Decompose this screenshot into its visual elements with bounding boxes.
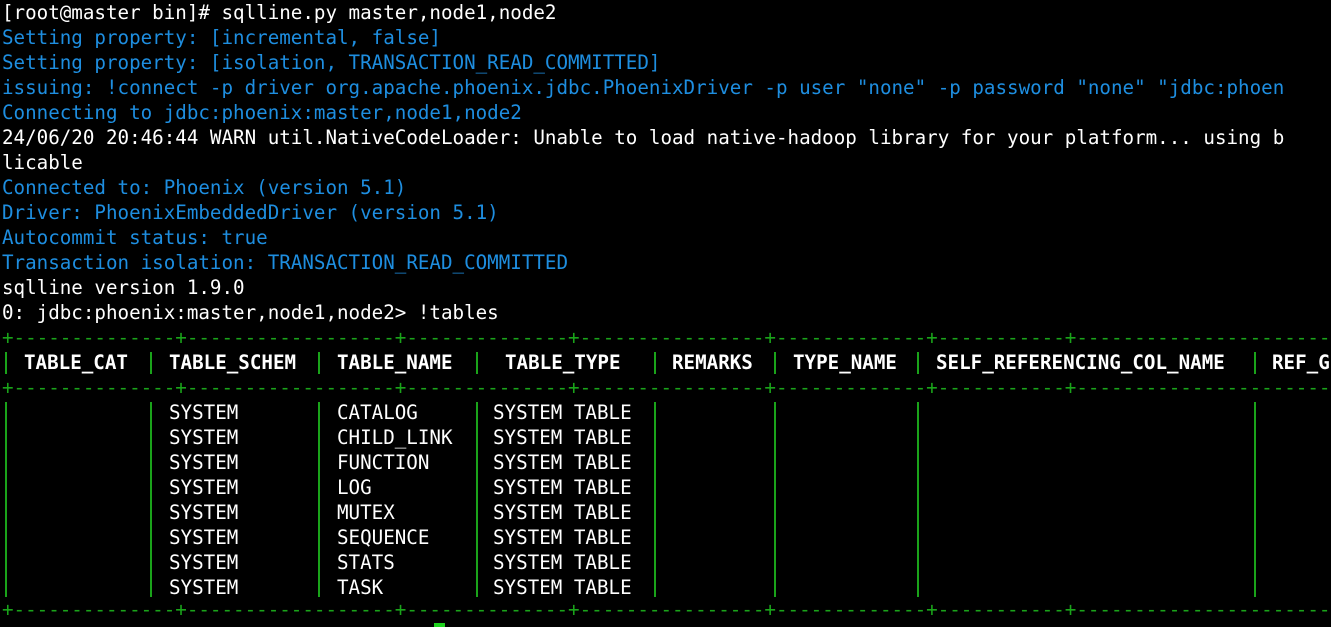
cell-table-schem: SYSTEM [169, 576, 239, 599]
table-column-separator [1254, 402, 1256, 597]
column-header-table-cat: TABLE_CAT [24, 351, 128, 374]
cell-table-type: SYSTEM TABLE [493, 501, 632, 524]
table-column-separator [150, 352, 152, 374]
cell-table-type: SYSTEM TABLE [493, 551, 632, 574]
column-header-table-type: TABLE_TYPE [505, 351, 621, 374]
cell-table-schem: SYSTEM [169, 401, 239, 424]
column-header-remarks: REMARKS [672, 351, 753, 374]
output-line: Setting property: [incremental, false] [2, 26, 441, 49]
output-line: sqlline version 1.9.0 [2, 276, 245, 299]
table-border-top: +--------------+------------------+-----… [2, 326, 1331, 349]
cell-table-name: TASK [337, 576, 384, 599]
cell-table-name: CHILD_LINK [337, 426, 453, 449]
cell-table-name: STATS [337, 551, 395, 574]
output-line: licable [2, 151, 83, 174]
table-column-separator [150, 402, 152, 597]
table-border-header: +--------------+------------------+-----… [2, 376, 1331, 399]
output-line: Transaction isolation: TRANSACTION_READ_… [2, 251, 569, 274]
table-column-separator [318, 402, 320, 597]
table-column-separator [5, 352, 7, 374]
column-header-ref-g: REF_G [1272, 351, 1330, 374]
output-line: Autocommit status: true [2, 226, 268, 249]
cell-table-type: SYSTEM TABLE [493, 476, 632, 499]
cell-table-name: FUNCTION [337, 451, 430, 474]
cell-table-type: SYSTEM TABLE [493, 451, 632, 474]
table-column-separator [476, 352, 478, 374]
cell-table-schem: SYSTEM [169, 526, 239, 549]
terminal-cursor [434, 623, 445, 627]
output-line: Driver: PhoenixEmbeddedDriver (version 5… [2, 201, 499, 224]
cell-table-name: SEQUENCE [337, 526, 430, 549]
prompt-line: 0: jdbc:phoenix:master,node1,node2> !tab… [2, 301, 499, 324]
output-line: issuing: !connect -p driver org.apache.p… [2, 76, 1285, 99]
table-column-separator [774, 352, 776, 374]
table-column-separator [654, 402, 656, 597]
cell-table-type: SYSTEM TABLE [493, 576, 632, 599]
table-column-separator [5, 402, 7, 597]
output-line: Setting property: [isolation, TRANSACTIO… [2, 51, 661, 74]
table-column-separator [318, 352, 320, 374]
table-column-separator [917, 402, 919, 597]
output-line: 24/06/20 20:46:44 WARN util.NativeCodeLo… [2, 126, 1285, 149]
terminal-window[interactable]: [root@master bin]# sqlline.py master,nod… [2, 0, 1331, 627]
cell-table-schem: SYSTEM [169, 551, 239, 574]
table-column-separator [1254, 352, 1256, 374]
column-header-table-name: TABLE_NAME [337, 351, 453, 374]
output-line: Connecting to jdbc:phoenix:master,node1,… [2, 101, 522, 124]
cell-table-schem: SYSTEM [169, 451, 239, 474]
column-header-self-referencing-col-name: SELF_REFERENCING_COL_NAME [936, 351, 1225, 374]
table-column-separator [476, 402, 478, 597]
cell-table-name: CATALOG [337, 401, 418, 424]
table-border-bottom: +--------------+------------------+-----… [2, 598, 1331, 621]
cell-table-schem: SYSTEM [169, 476, 239, 499]
column-header-type-name: TYPE_NAME [793, 351, 897, 374]
cell-table-type: SYSTEM TABLE [493, 426, 632, 449]
cell-table-schem: SYSTEM [169, 501, 239, 524]
table-column-separator [654, 352, 656, 374]
cell-table-type: SYSTEM TABLE [493, 401, 632, 424]
command-line: [root@master bin]# sqlline.py master,nod… [2, 1, 557, 24]
output-line: Connected to: Phoenix (version 5.1) [2, 176, 407, 199]
cell-table-name: LOG [337, 476, 372, 499]
table-column-separator [917, 352, 919, 374]
table-column-separator [774, 402, 776, 597]
cell-table-type: SYSTEM TABLE [493, 526, 632, 549]
cell-table-name: MUTEX [337, 501, 395, 524]
cell-table-schem: SYSTEM [169, 426, 239, 449]
column-header-table-schem: TABLE_SCHEM [169, 351, 297, 374]
